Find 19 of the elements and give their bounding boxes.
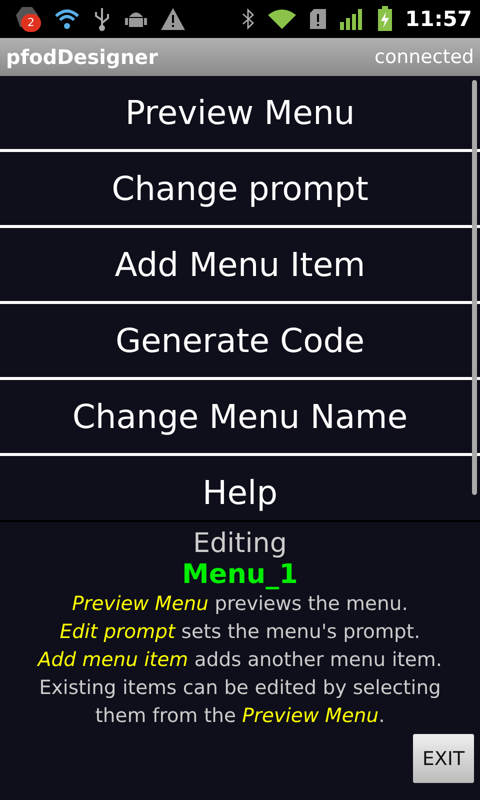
- help-text: Edit prompt sets the menu's prompt.: [58, 619, 422, 645]
- warning-icon: [160, 7, 186, 31]
- exit-button[interactable]: EXIT: [413, 734, 474, 783]
- menu-name: Menu_1: [182, 559, 298, 590]
- wifi-icon: [267, 8, 298, 30]
- connection-status: connected: [374, 46, 474, 68]
- app-title: pfodDesigner: [6, 45, 158, 69]
- clock: 11:57: [405, 7, 472, 31]
- help-text: Preview Menu previews the menu.: [71, 591, 409, 617]
- help-text: Existing items can be edited by selecting them from the Preview Menu.: [38, 675, 442, 729]
- scrollbar[interactable]: [472, 80, 477, 495]
- notification-badge: 2: [21, 14, 41, 32]
- wifi-icon: [54, 7, 80, 31]
- battery-charging-icon: [377, 6, 394, 32]
- help-text: Add menu item adds another menu item.: [36, 647, 444, 673]
- sd-card-icon: [309, 8, 328, 30]
- bluetooth-icon: [241, 7, 256, 31]
- panel-heading: Editing: [192, 528, 288, 559]
- usb-icon: [92, 6, 112, 32]
